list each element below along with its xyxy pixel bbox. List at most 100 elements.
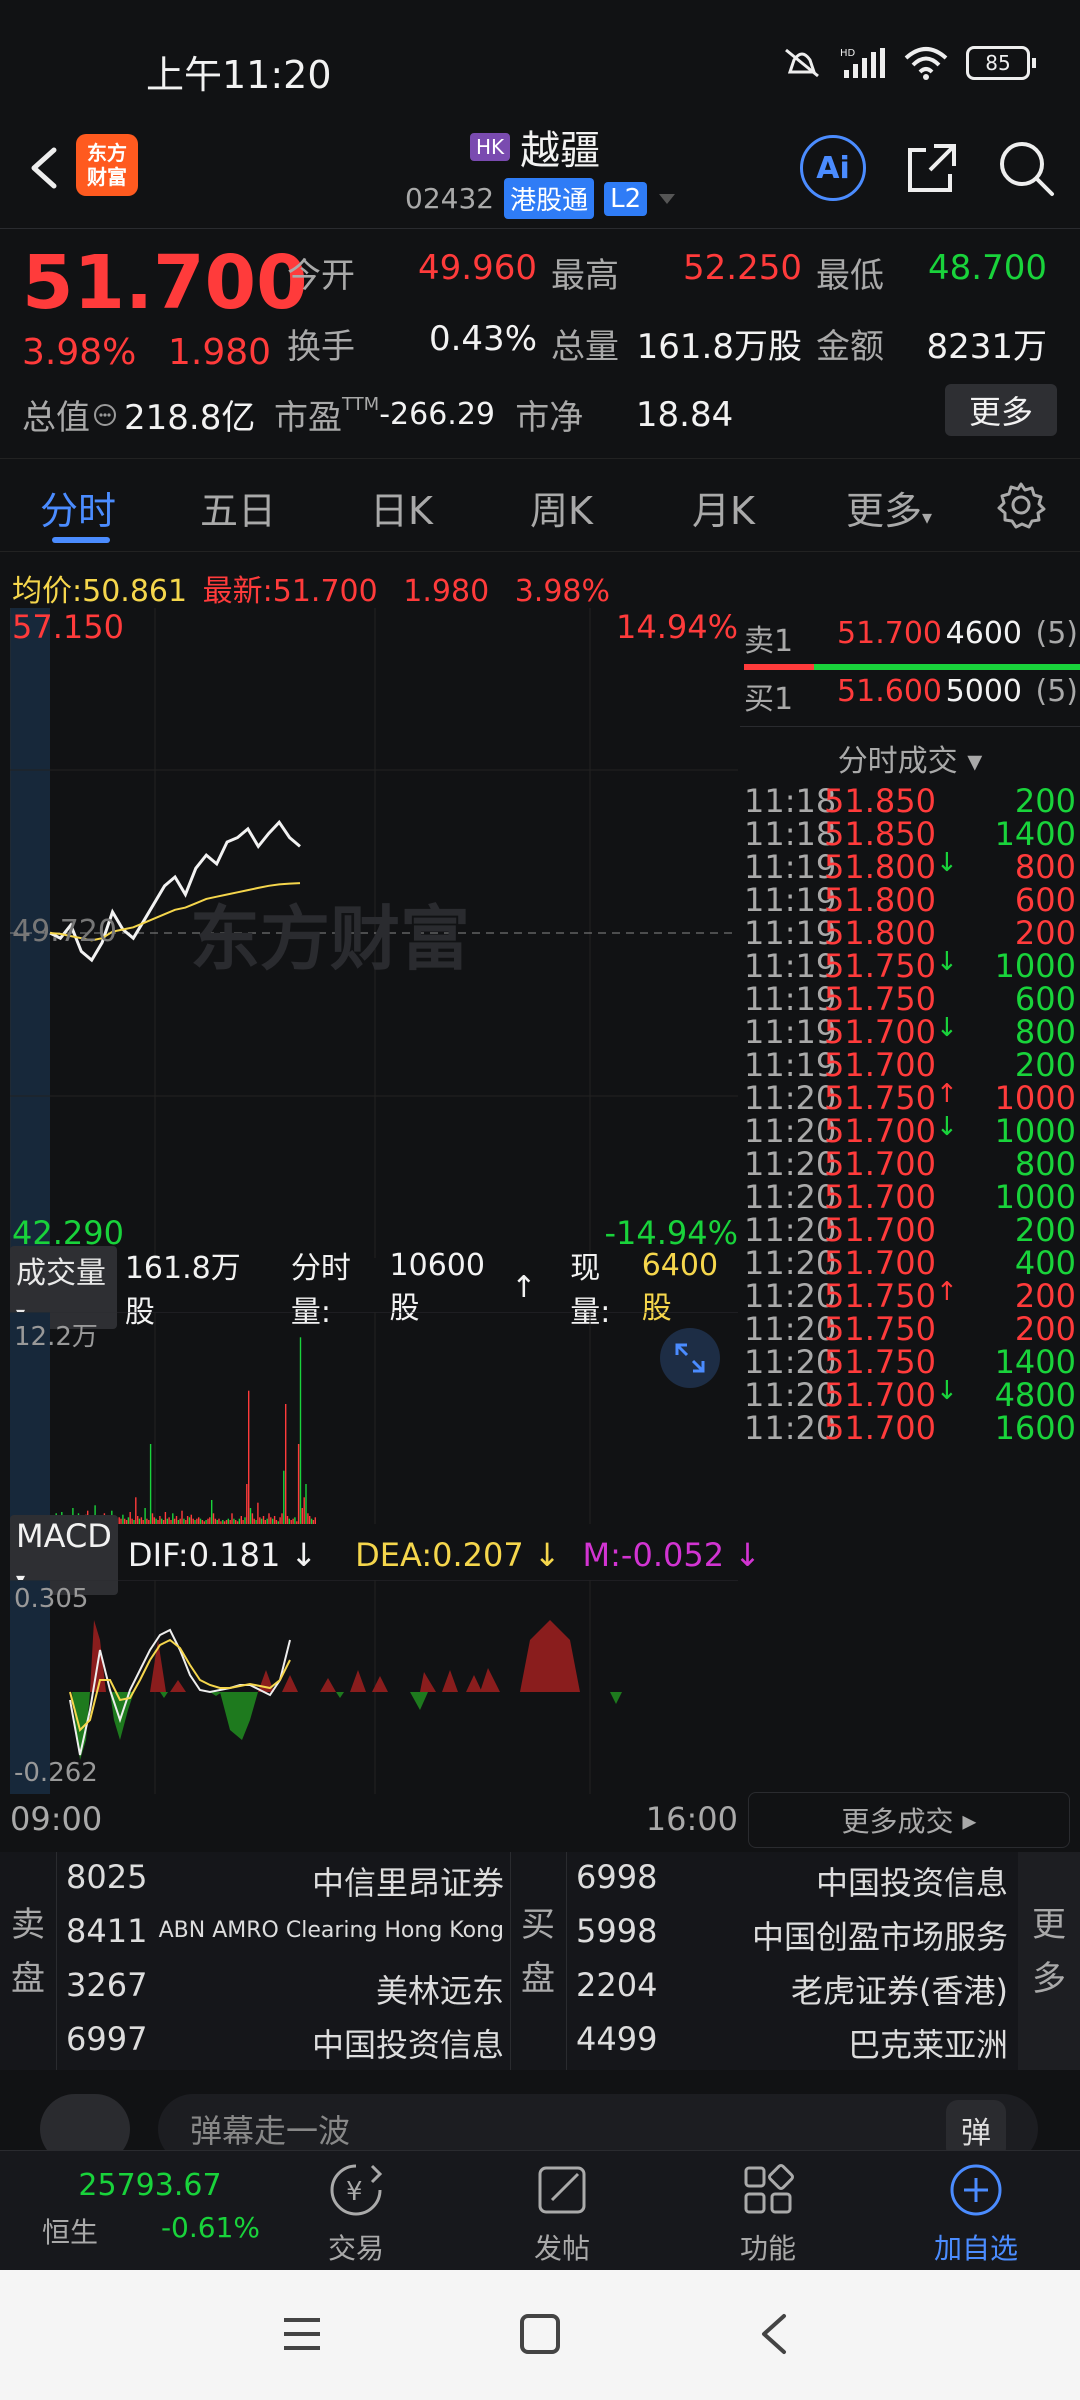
volume-bar [244,1517,246,1524]
volume-bar [185,1520,187,1524]
stock-title[interactable]: HK 越疆 [470,118,600,176]
volume-bar [207,1518,209,1524]
volume-bar [227,1518,229,1524]
volume-bar [149,1444,152,1524]
connect-tag: 港股通 [504,178,595,219]
tab-intraday[interactable]: 分时 [40,480,116,535]
quote-more-button[interactable]: 更多 [945,384,1057,436]
latest-label: 最新: [202,574,273,609]
volume-bar [118,1517,120,1524]
volume-bar [262,1516,265,1524]
volume-bar [133,1520,135,1524]
broker-more-label: 更多 [1032,1905,1066,1999]
back-nav-icon[interactable] [756,2312,792,2356]
volume-bar [264,1520,266,1524]
buy-broker-id: 2204 [576,1966,658,2004]
volume-bar [201,1520,204,1524]
info-icon[interactable] [92,402,118,428]
volume-bar [186,1516,189,1524]
volume-bar [218,1518,220,1524]
turnover-value: 0.43% [428,319,537,359]
trade-volume: 1600 [994,1409,1076,1447]
index-value: 25793.67 [78,2168,222,2203]
caret-down-icon: ▾ [922,505,933,529]
volume-bar [203,1521,205,1524]
expand-button[interactable] [660,1328,720,1388]
ai-button[interactable]: Ai [800,135,866,201]
nav-add-watchlist-label: 加自选 [933,2232,1018,2265]
dea-value: 0.207 [432,1536,524,1574]
time-start: 09:00 [10,1800,103,1838]
nav-add-watchlist[interactable]: 加自选 [916,2160,1036,2267]
nav-functions[interactable]: 功能 [708,2160,828,2267]
nav-trade[interactable]: ¥ 交易 [296,2160,416,2267]
volume-bar [222,1520,224,1524]
trades-title-label: 分时成交 [837,744,958,779]
tab-weekly[interactable]: 周K [530,480,593,535]
intraday-chart[interactable]: 东方财富 57.150 14.94% 49.720 42.290 -14.94% [10,608,738,1258]
trade-arrow: ↓ [936,947,958,977]
sell-broker-name: 美林远东 [375,1972,504,2010]
volume-bar [214,1518,217,1524]
broker-more-button[interactable]: 更多 [1018,1852,1080,2070]
trade-arrow: ↓ [936,1112,958,1142]
ask-price: 51.700 [837,616,942,651]
volume-bar [196,1518,198,1524]
dea-label: DEA: [355,1536,433,1574]
home-icon[interactable] [518,2312,562,2356]
volume-bar [225,1520,228,1524]
danmu-bar: 弹幕走一波 弹 [0,2070,1080,2164]
divider [740,726,1080,727]
volume-bar [220,1521,222,1524]
volume-bar [173,1518,176,1524]
share-icon[interactable] [904,140,960,196]
index-ticker[interactable]: 25793.67 恒生 -0.61% [20,2168,260,2251]
volume-bar [199,1518,202,1524]
tab-more[interactable]: 更多▾ [846,480,932,535]
ask-row[interactable]: 卖1 51.700 4600 (5) [744,616,1080,660]
volume-bar [188,1517,191,1524]
trades-title[interactable]: 分时成交 ▾ [740,736,1080,780]
volume-bar [209,1517,211,1524]
nav-post[interactable]: 发帖 [502,2160,622,2267]
tab-monthly[interactable]: 月K [692,480,755,535]
back-icon[interactable] [16,128,76,208]
volume-bar [153,1517,155,1524]
market-tag: HK [470,133,511,161]
ask-count: (5) [1035,616,1079,651]
volume-bar [314,1517,316,1524]
tab-five-day[interactable]: 五日 [200,480,276,535]
settings-gear-icon[interactable] [996,480,1046,530]
search-icon[interactable] [996,138,1056,198]
bid-label: 买1 [744,682,794,717]
volume-bar [175,1516,178,1524]
buy-broker-id: 6998 [576,1858,658,1896]
volume-chart[interactable]: 12.2万 [10,1312,738,1524]
menu-icon[interactable] [280,2314,324,2354]
dif-label: DIF: [127,1536,189,1574]
grid-icon [744,2164,794,2214]
volume-bar [268,1513,270,1524]
trade-row: 11:20 51.700 1600 [740,1409,1080,1459]
bid-qty: 5000 [945,674,1022,709]
macd-header: MACD ▾ DIF:0.181↓ DEA:0.207↓ M:-0.052↓ [10,1515,761,1595]
stock-subline[interactable]: 02432 港股通 L2 [405,178,677,219]
macd-chart[interactable]: 0.305 -0.262 [10,1580,738,1794]
volume-bar [292,1518,294,1524]
tab-daily[interactable]: 日K [370,480,433,535]
latest-pct: 3.98% [514,574,611,609]
caret-down-icon: ▾ [967,744,983,779]
volume-bar [283,1470,285,1524]
avg-label: 均价: [12,574,83,609]
more-trades-label: 更多成交 [841,1805,954,1838]
svg-text:¥: ¥ [346,2177,363,2207]
bid-row[interactable]: 买1 51.600 5000 (5) [744,674,1080,718]
broker-queue[interactable]: 卖盘 买盘 更多 8025 中信里昂证券 8411 ABN AMRO Clearing… [0,1852,1080,2070]
time-axis: 09:00 16:00 [10,1800,738,1838]
volume-bar [286,1516,289,1524]
trade-arrow: ↓ [936,848,958,878]
more-trades-button[interactable]: 更多成交 ▸ [748,1792,1070,1848]
buy-broker-id: 5998 [576,1912,658,1950]
volume-bar [125,1520,128,1524]
high-value: 52.250 [683,248,802,288]
